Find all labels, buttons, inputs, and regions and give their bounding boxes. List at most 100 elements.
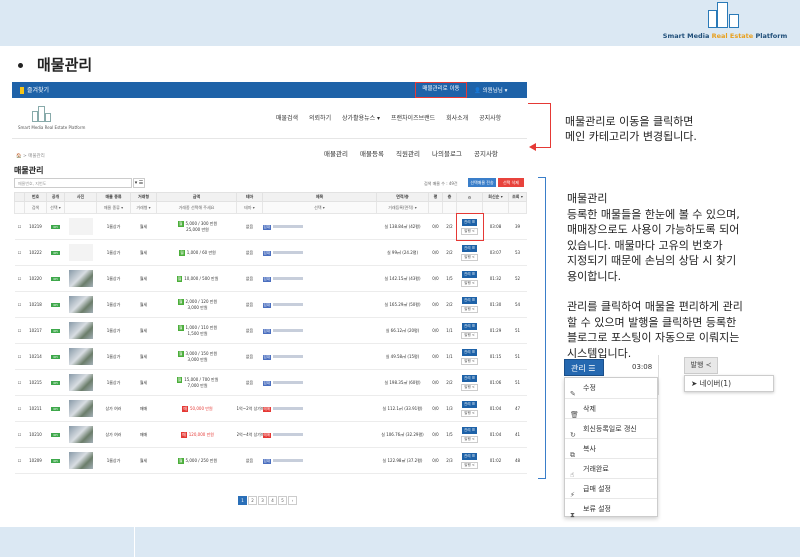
photo-thumbnail[interactable] — [68, 321, 93, 339]
public-toggle[interactable]: on — [46, 317, 65, 344]
title-cell[interactable]: 임대 — [262, 447, 377, 474]
page-button[interactable]: › — [288, 496, 297, 505]
row-checkbox[interactable]: ☐ — [14, 343, 25, 370]
filter-field[interactable]: 검색 — [24, 201, 47, 214]
site-logo[interactable]: Smart Media Real Estate Platform — [18, 106, 94, 130]
user-menu[interactable]: 👤 의원님님 ▾ — [474, 86, 507, 94]
public-toggle[interactable]: on — [46, 395, 65, 422]
title-cell[interactable]: 임대 — [262, 343, 377, 370]
manage-button[interactable]: 관리 ☰ — [462, 296, 477, 304]
filter-field[interactable]: 테마 ▾ — [236, 201, 263, 214]
public-toggle[interactable]: on — [46, 213, 65, 240]
dropdown-item[interactable]: ☝ 거래완료 — [565, 458, 657, 479]
page-button[interactable]: 3 — [258, 496, 267, 505]
naver-blog-option[interactable]: ➤ 네이버(1) — [684, 375, 774, 392]
photo-thumbnail[interactable] — [68, 425, 93, 443]
column-header[interactable]: 조회 ▾ — [508, 192, 527, 202]
column-header[interactable]: 사진 — [64, 192, 97, 202]
filter-field[interactable]: 선택 ▾ — [262, 201, 377, 214]
column-header[interactable]: 평 — [428, 192, 443, 202]
dropdown-item[interactable]: ⧉ 복사 — [565, 438, 657, 459]
photo-thumbnail[interactable] — [68, 295, 93, 313]
filter-field[interactable] — [482, 201, 509, 214]
nav-sub-item[interactable]: 매물관리 — [324, 150, 348, 158]
publish-button[interactable]: 발행 ≺ — [461, 331, 478, 339]
publish-button[interactable]: 발행 ≺ — [684, 357, 718, 374]
dropdown-item[interactable]: ⧗ 보류 설정 — [565, 498, 657, 519]
filter-field[interactable] — [442, 201, 457, 214]
title-cell[interactable]: 임대 — [262, 369, 377, 396]
nav-main-item[interactable]: 회사소개 — [446, 115, 468, 122]
move-to-mgmt-button[interactable]: 매물관리로 이동 — [415, 82, 467, 98]
filter-field[interactable]: 거래등록(면적) ▾ — [376, 201, 429, 214]
photo-thumbnail[interactable] — [68, 399, 93, 417]
nav-sub-item[interactable]: 직원관리 — [396, 150, 420, 158]
title-cell[interactable]: 매매 — [262, 395, 377, 422]
publish-button[interactable]: 발행 ≺ — [461, 461, 478, 469]
dropdown-item[interactable]: 🗑 삭제 — [565, 398, 657, 419]
column-header[interactable]: 면적/층 — [376, 192, 429, 202]
publish-button[interactable]: 발행 ≺ — [461, 305, 478, 313]
nav-sub-item[interactable]: 매물등록 — [360, 150, 384, 158]
public-toggle[interactable]: on — [46, 447, 65, 474]
title-cell[interactable]: 임대 — [262, 239, 377, 266]
filter-field[interactable] — [508, 201, 527, 214]
nav-main-item[interactable]: 상가활용뉴스 ▾ — [342, 115, 380, 122]
public-toggle[interactable]: on — [46, 239, 65, 266]
delete-selected-button[interactable]: 선택 삭제 — [498, 178, 524, 187]
filter-field[interactable]: 매물 종류 ▾ — [96, 201, 131, 214]
column-header[interactable]: 금액 — [156, 192, 237, 202]
filter-field[interactable]: 거래종 선택해 주세요 — [156, 201, 237, 214]
photo-thumbnail[interactable] — [68, 347, 93, 365]
column-header[interactable]: 회신순 ▾ — [482, 192, 509, 202]
publish-button[interactable]: 발행 ≺ — [461, 227, 478, 235]
nav-main-item[interactable]: 매물검색 — [276, 115, 298, 122]
row-checkbox[interactable]: ☐ — [14, 317, 25, 344]
public-toggle[interactable]: on — [46, 343, 65, 370]
publish-button[interactable]: 발행 ≺ — [461, 357, 478, 365]
row-checkbox[interactable]: ☐ — [14, 213, 25, 240]
page-button[interactable]: 2 — [248, 496, 257, 505]
manage-button[interactable]: 관리 ☰ — [462, 452, 477, 460]
filter-field[interactable]: 선택 ▾ — [46, 201, 65, 214]
manage-button[interactable]: 관리 ☰ — [564, 359, 604, 376]
row-checkbox[interactable]: ☐ — [14, 421, 25, 448]
nav-main-item[interactable]: 공지사항 — [479, 115, 501, 122]
title-cell[interactable]: 임대 — [262, 291, 377, 318]
page-button[interactable]: 1 — [238, 496, 247, 505]
publish-button[interactable]: 발행 ≺ — [461, 253, 478, 261]
column-header[interactable]: 제목 — [262, 192, 377, 202]
filter-field[interactable] — [456, 201, 483, 214]
dropdown-item[interactable]: ✎ 수정 — [565, 378, 657, 398]
manage-button[interactable]: 관리 ☰ — [462, 218, 477, 226]
photo-thumbnail[interactable] — [68, 373, 93, 391]
photo-thumbnail[interactable] — [68, 243, 93, 261]
public-toggle[interactable]: on — [46, 291, 65, 318]
column-header[interactable]: 번호 — [24, 192, 47, 202]
row-checkbox[interactable]: ☐ — [14, 291, 25, 318]
column-header[interactable]: 층 — [442, 192, 457, 202]
publish-button[interactable]: 발행 ≺ — [461, 435, 478, 443]
title-cell[interactable]: 임대 — [262, 213, 377, 240]
page-button[interactable]: 5 — [278, 496, 287, 505]
photo-thumbnail[interactable] — [68, 269, 93, 287]
manage-button[interactable]: 관리 ☰ — [462, 374, 477, 382]
column-header[interactable]: 테마 — [236, 192, 263, 202]
column-header[interactable]: 거래형 — [130, 192, 157, 202]
row-checkbox[interactable]: ☐ — [14, 369, 25, 396]
nav-main-item[interactable]: 프랜차이즈브랜드 — [391, 115, 435, 122]
photo-thumbnail[interactable] — [68, 451, 93, 469]
column-header[interactable]: 매물 종류 — [96, 192, 131, 202]
filter-field[interactable] — [64, 201, 97, 214]
title-cell[interactable]: 임대 — [262, 265, 377, 292]
manage-button[interactable]: 관리 ☰ — [462, 244, 477, 252]
filter-field[interactable] — [14, 201, 25, 214]
photo-thumbnail[interactable] — [68, 217, 93, 235]
favorites-link[interactable]: 즐겨찾기 — [20, 85, 49, 94]
filter-field[interactable]: 거래형 ▾ — [130, 201, 157, 214]
row-checkbox[interactable]: ☐ — [14, 395, 25, 422]
manage-button[interactable]: 관리 ☰ — [462, 426, 477, 434]
search-filter-icon[interactable]: ▾ ☰ — [133, 178, 145, 188]
page-button[interactable]: 4 — [268, 496, 277, 505]
dropdown-item[interactable]: ⚡ 급매 설정 — [565, 478, 657, 499]
